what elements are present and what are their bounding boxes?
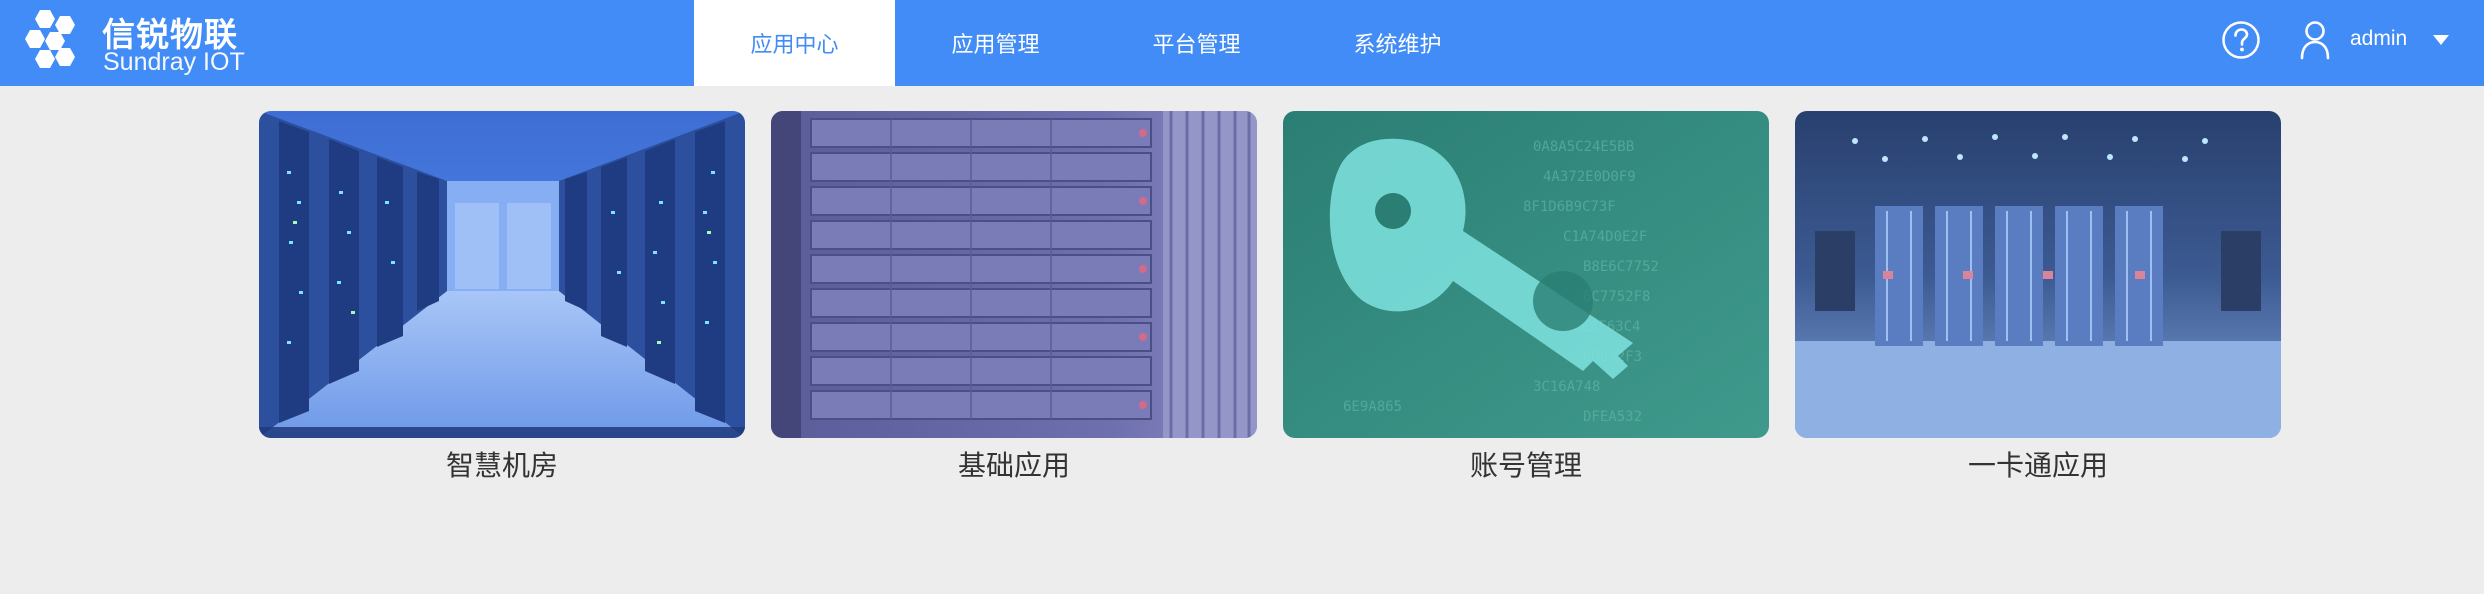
svg-text:4A372E0D0F9: 4A372E0D0F9 bbox=[1543, 169, 1636, 185]
svg-text:C1A74D0E2F: C1A74D0E2F bbox=[1563, 229, 1647, 245]
server-rack-closeup-image bbox=[771, 111, 1257, 438]
question-circle-icon[interactable] bbox=[2221, 20, 2261, 60]
svg-text:B8E6C7752: B8E6C7752 bbox=[1583, 259, 1659, 275]
brand-name-en: Sundray IOT bbox=[103, 48, 245, 76]
user-icon[interactable] bbox=[2299, 20, 2331, 60]
app-card-basic-apps[interactable] bbox=[771, 111, 1257, 438]
tab-app-center[interactable]: 应用中心 bbox=[694, 0, 895, 86]
svg-text:6E9A865: 6E9A865 bbox=[1343, 399, 1402, 415]
hexagon-logo-icon bbox=[25, 10, 75, 68]
app-card-label[interactable]: 智慧机房 bbox=[259, 444, 745, 484]
svg-text:DFEA532: DFEA532 bbox=[1583, 409, 1642, 425]
tab-system-maintenance[interactable]: 系统维护 bbox=[1297, 0, 1498, 86]
server-room-corridor-image bbox=[259, 111, 745, 438]
username[interactable]: admin bbox=[2350, 27, 2407, 51]
app-card-label[interactable]: 账号管理 bbox=[1283, 444, 1769, 484]
tab-platform-management[interactable]: 平台管理 bbox=[1096, 0, 1297, 86]
svg-text:8F1D6B9C73F: 8F1D6B9C73F bbox=[1523, 199, 1616, 215]
svg-text:6C7752F8: 6C7752F8 bbox=[1583, 289, 1650, 305]
app-card-smart-server-room[interactable] bbox=[259, 111, 745, 438]
app-card-account-management[interactable]: 0A8A5C24E5BB 4A372E0D0F9 8F1D6B9C73F C1A… bbox=[1283, 111, 1769, 438]
digital-key-image: 0A8A5C24E5BB 4A372E0D0F9 8F1D6B9C73F C1A… bbox=[1283, 111, 1769, 438]
svg-text:0A8A5C24E5BB: 0A8A5C24E5BB bbox=[1533, 139, 1634, 155]
main-nav: 应用中心 应用管理 平台管理 系统维护 bbox=[694, 0, 1498, 86]
svg-text:3C16A748: 3C16A748 bbox=[1533, 379, 1600, 395]
top-header: 信锐物联 Sundray IOT 应用中心 应用管理 平台管理 系统维护 adm… bbox=[0, 0, 2484, 86]
server-cabinets-hall-image bbox=[1795, 111, 2281, 438]
brand-logo[interactable]: 信锐物联 Sundray IOT bbox=[24, 6, 254, 80]
app-card-one-card-app[interactable] bbox=[1795, 111, 2281, 438]
app-card-label[interactable]: 基础应用 bbox=[771, 444, 1257, 484]
caret-down-icon[interactable] bbox=[2432, 34, 2450, 46]
tab-app-management[interactable]: 应用管理 bbox=[895, 0, 1096, 86]
app-card-label[interactable]: 一卡通应用 bbox=[1795, 444, 2281, 484]
